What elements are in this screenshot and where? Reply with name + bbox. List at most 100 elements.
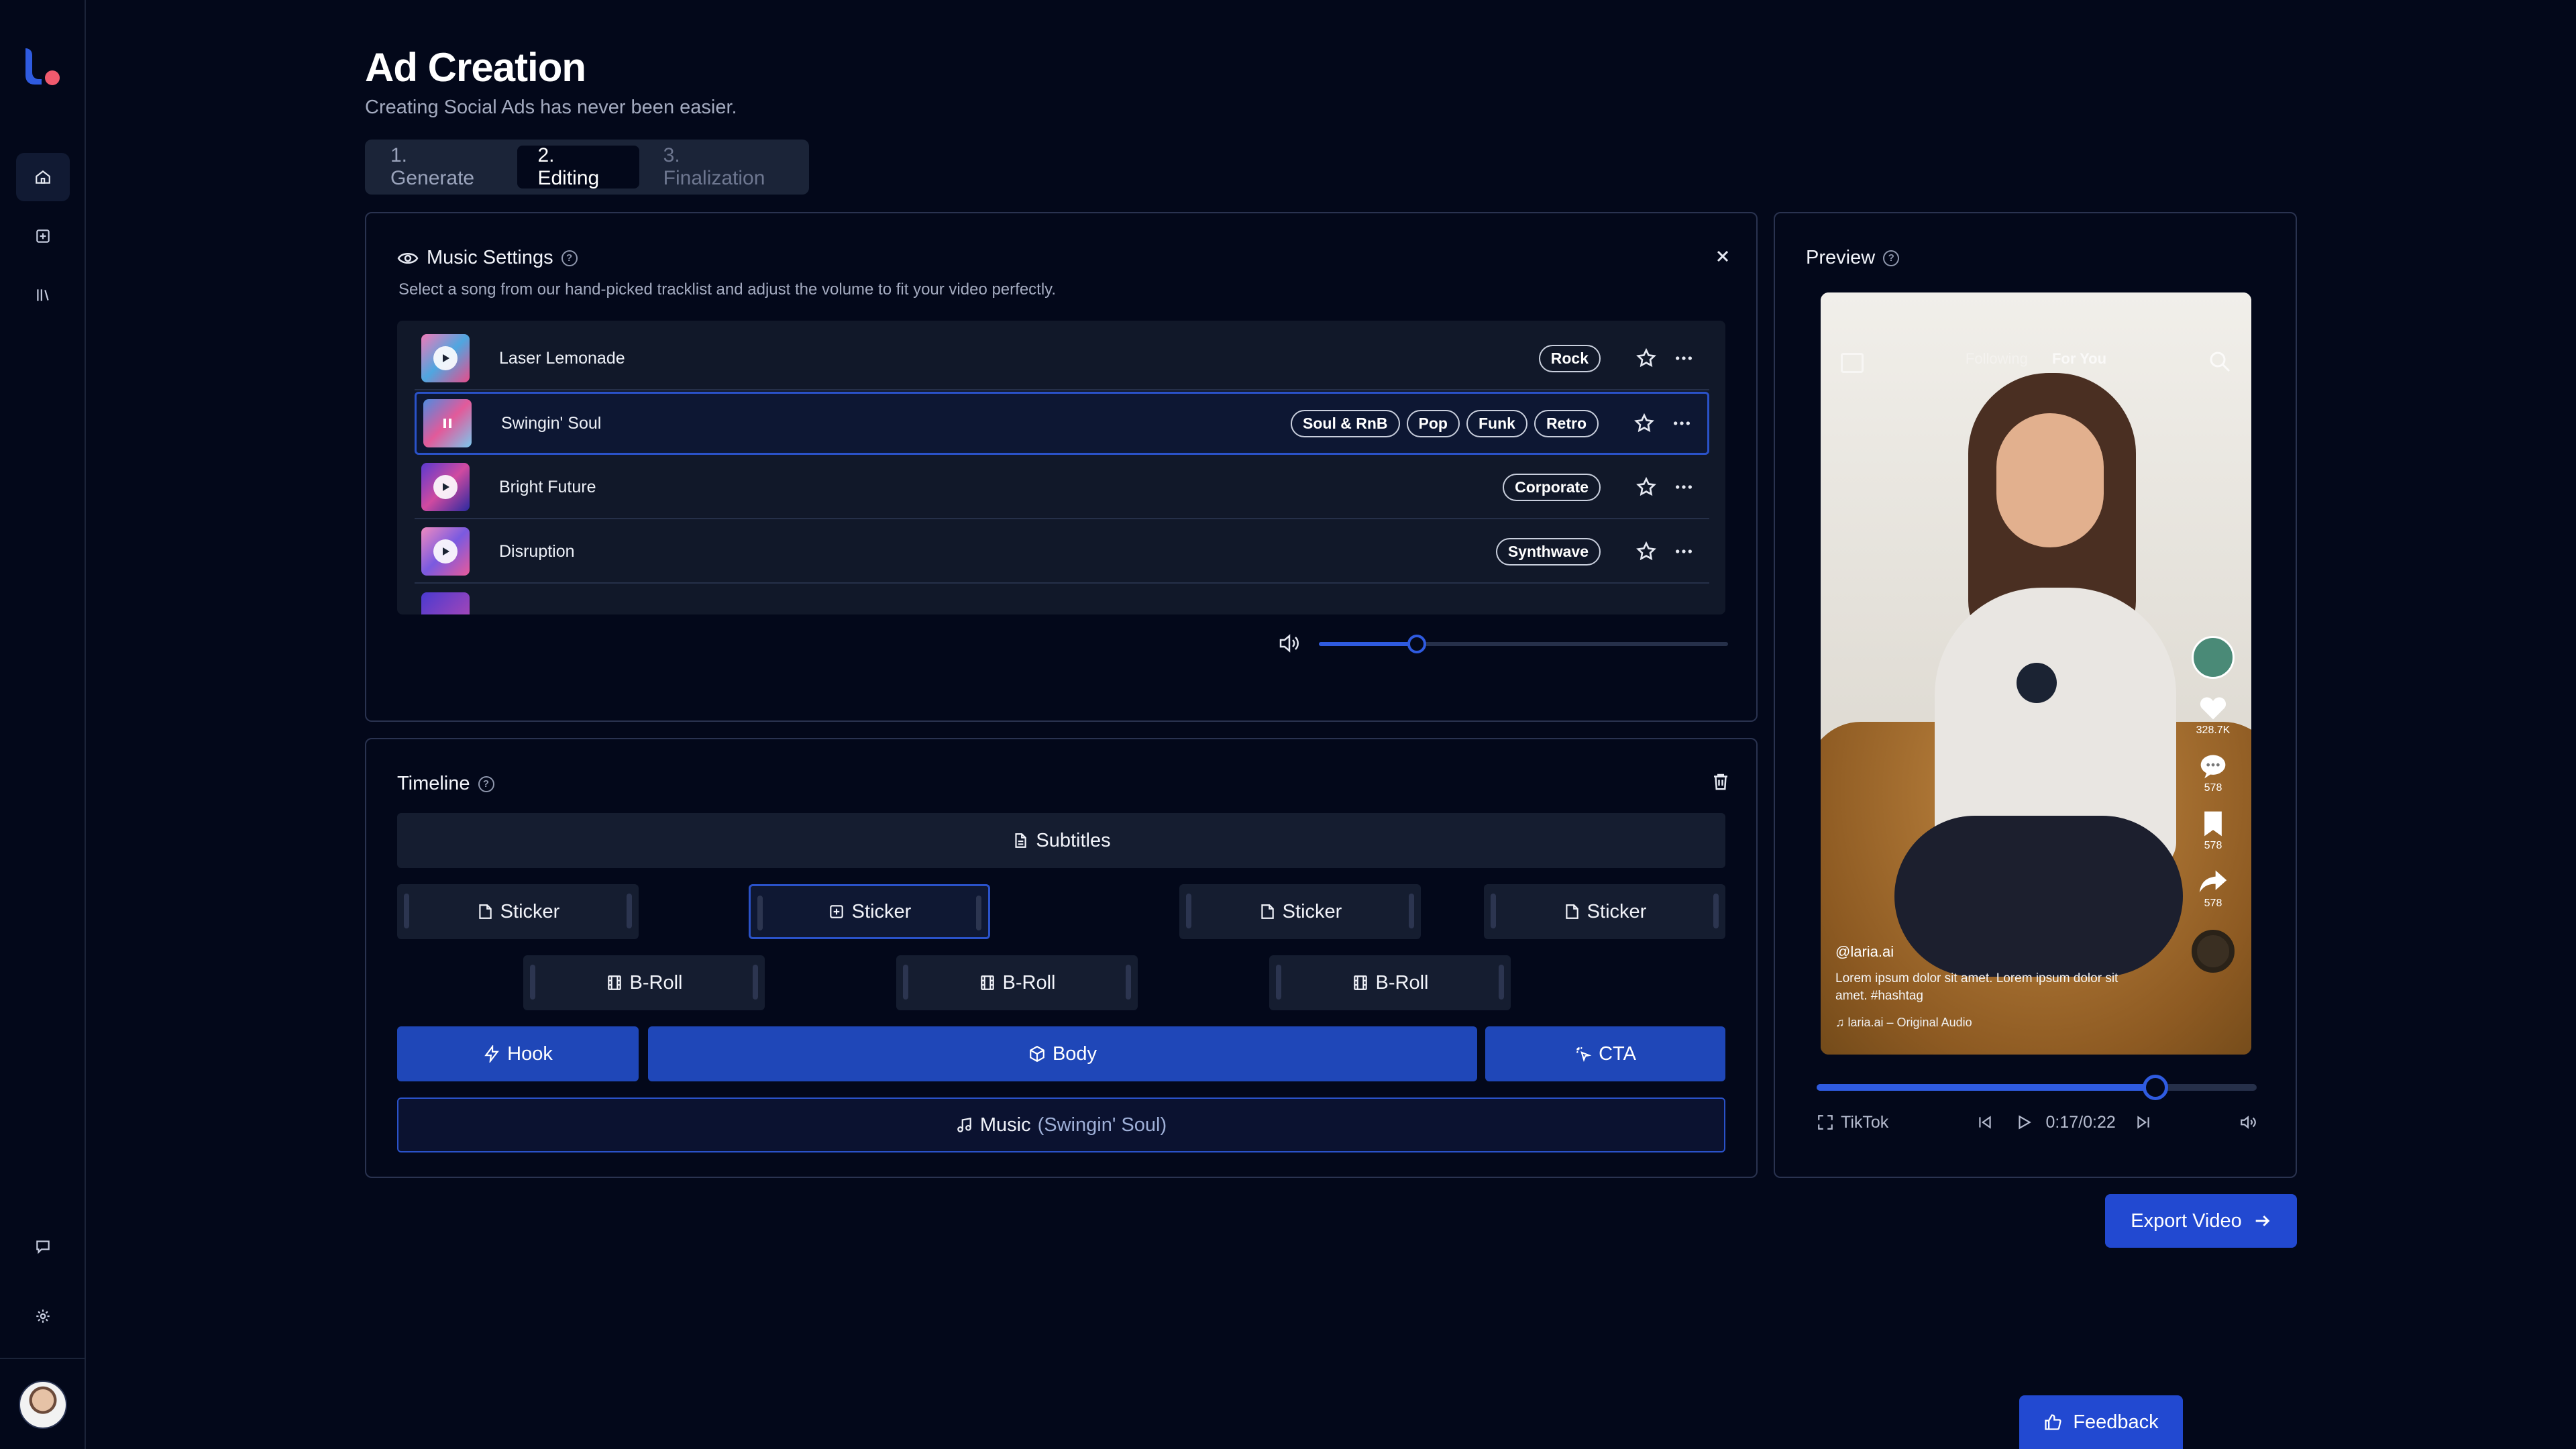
pause-button[interactable] [435,411,460,435]
sidebar-divider [0,1358,86,1359]
track-row[interactable]: Disruption Synthwave [415,521,1709,584]
favorite-button[interactable] [1627,533,1665,570]
clip-handle-right[interactable] [1409,894,1414,928]
cta-segment[interactable]: CTA [1485,1026,1725,1081]
clip-handle-right[interactable] [1713,894,1719,928]
nav-home[interactable] [16,153,70,201]
creator-handle[interactable]: @laria.ai [1835,943,2137,961]
broll-clip[interactable]: B-Roll [523,955,765,1010]
clip-handle-left[interactable] [1186,894,1191,928]
scrubber-handle[interactable] [2143,1075,2168,1100]
more-button[interactable] [1665,339,1703,377]
feedback-button[interactable]: Feedback [2019,1395,2183,1449]
nav-messages[interactable] [16,1222,70,1271]
more-button[interactable] [1663,405,1701,442]
track-row-partial[interactable] [415,585,1709,614]
previous-button[interactable] [1976,1114,1994,1131]
more-button[interactable] [1665,468,1703,506]
play-button[interactable] [433,475,458,499]
save-action[interactable]: 578 [2197,809,2229,852]
search-icon[interactable] [2208,350,2231,373]
sidebar [0,0,86,1449]
genre-tag: Synthwave [1495,537,1601,566]
app-logo[interactable] [23,46,63,89]
next-button[interactable] [2135,1114,2152,1131]
volume-control[interactable] [1279,631,1728,657]
nav-create[interactable] [16,212,70,260]
track-thumbnail[interactable] [421,592,470,614]
track-thumbnail[interactable] [421,463,470,511]
clip-handle-left[interactable] [1276,965,1281,1000]
home-icon [36,170,50,184]
trash-icon[interactable] [1711,771,1731,792]
broll-clip[interactable]: B-Roll [1269,955,1511,1010]
audio-label: laria.ai – Original Audio [1847,1016,1972,1029]
favorite-button[interactable] [1627,468,1665,506]
sticker-icon [479,904,492,919]
feedback-label: Feedback [2073,1411,2159,1433]
music-track[interactable]: Music (Swingin' Soul) [397,1097,1725,1152]
clip-handle-right[interactable] [1499,965,1504,1000]
audio-info[interactable]: ♫ laria.ai – Original Audio [1835,1016,2137,1030]
clip-handle-right[interactable] [976,896,981,930]
broll-clip[interactable]: B-Roll [896,955,1138,1010]
cursor-click-icon [1576,1046,1592,1062]
clip-handle-left[interactable] [903,965,908,1000]
clip-handle-left[interactable] [757,896,763,930]
sticker-clip-selected[interactable]: Sticker [749,884,990,939]
track-row[interactable]: Laser Lemonade Rock [415,327,1709,390]
clip-handle-left[interactable] [1491,894,1496,928]
platform-button[interactable]: TikTok [1817,1113,1888,1132]
favorite-button[interactable] [1625,405,1663,442]
help-icon[interactable]: ? [1883,250,1900,266]
play-button[interactable] [433,346,458,370]
music-disc-icon[interactable] [2192,930,2235,973]
comment-action[interactable]: 578 [2197,751,2229,794]
play-button[interactable] [2015,1114,2033,1131]
close-button[interactable] [1715,244,1731,270]
favorite-button[interactable] [1627,339,1665,377]
clip-handle-right[interactable] [753,965,758,1000]
volume-slider[interactable] [1319,635,1728,653]
tab-for-you[interactable]: For You [2052,350,2106,367]
video-preview[interactable]: Following For You 328.7K 578 578 578 @la… [1821,292,2251,1055]
track-row-selected[interactable]: Swingin' Soul Soul & RnB Pop Funk Retro [415,392,1709,455]
bookmark-icon [2204,811,2222,837]
like-action[interactable]: 328.7K [2196,694,2230,737]
help-icon[interactable]: ? [478,775,494,792]
sticker-clip[interactable]: Sticker [1179,884,1421,939]
eye-icon [397,252,419,264]
user-avatar[interactable] [19,1381,67,1429]
nav-library[interactable] [16,271,70,319]
tab-editing[interactable]: 2. Editing [517,144,639,189]
skip-back-icon [1978,1116,1991,1129]
sticker-clip[interactable]: Sticker [397,884,639,939]
more-button[interactable] [1665,533,1703,570]
track-thumbnail[interactable] [421,527,470,576]
hook-segment[interactable]: Hook [397,1026,639,1081]
share-action[interactable]: 578 [2197,867,2229,910]
tab-following[interactable]: Following [1966,350,2028,367]
tab-generate[interactable]: 1. Generate [370,144,513,189]
help-icon[interactable]: ? [561,250,578,266]
play-button[interactable] [433,539,458,564]
video-scrubber[interactable] [1817,1073,2257,1100]
body-segment[interactable]: Body [648,1026,1477,1081]
subtitles-track[interactable]: Subtitles [397,813,1725,868]
tab-finalization[interactable]: 3. Finalization [643,144,804,189]
nav-settings[interactable] [16,1292,70,1340]
track-thumbnail[interactable] [423,399,472,447]
clip-handle-left[interactable] [530,965,535,1000]
clip-handle-left[interactable] [404,894,409,928]
creator-avatar[interactable] [2192,636,2235,679]
clip-handle-right[interactable] [1126,965,1131,1000]
track-row[interactable]: Bright Future Corporate [415,456,1709,519]
clip-handle-right[interactable] [627,894,632,928]
sticker-clip[interactable]: Sticker [1484,884,1725,939]
mute-button[interactable] [2239,1114,2257,1131]
star-icon [1636,347,1656,368]
broll-label: B-Roll [1375,971,1429,994]
volume-handle[interactable] [1407,635,1426,653]
export-video-button[interactable]: Export Video [2105,1194,2297,1248]
track-thumbnail[interactable] [421,334,470,382]
